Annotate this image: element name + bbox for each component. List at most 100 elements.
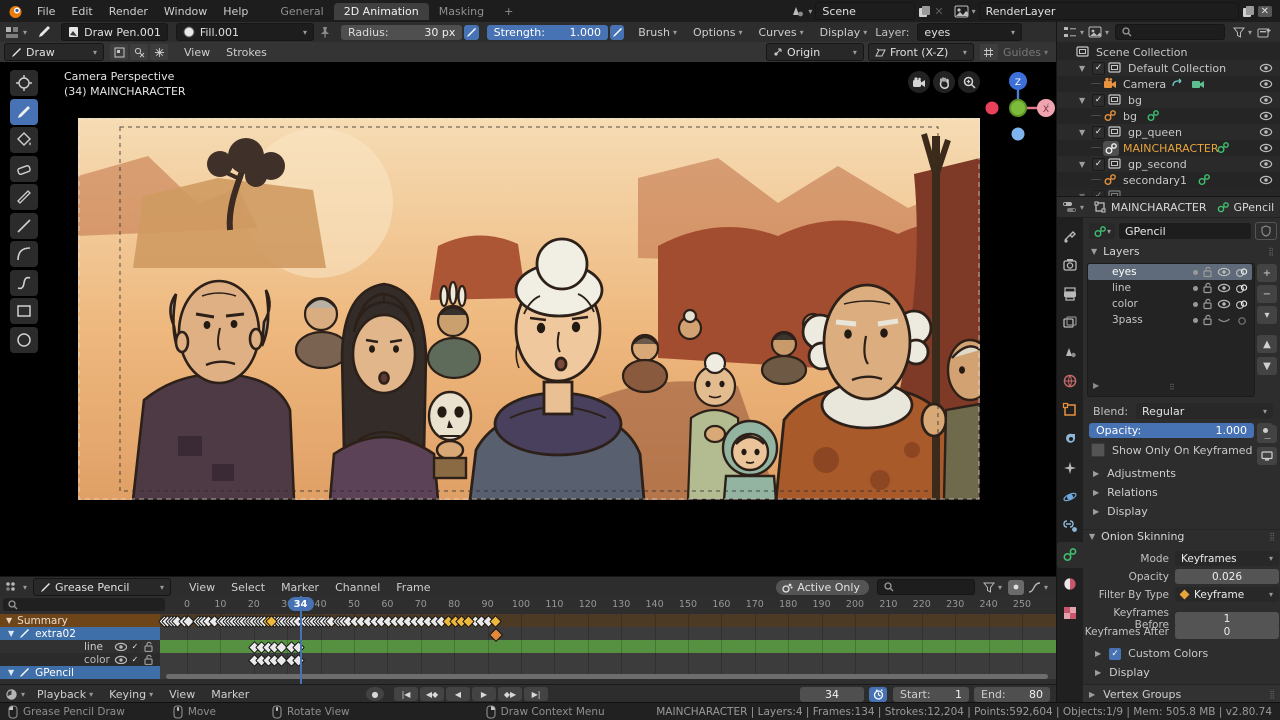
menu-display[interactable]: Display▾ bbox=[812, 26, 876, 39]
dopesheet-editor-type-button[interactable]: ▾ bbox=[5, 581, 27, 593]
onion-caret[interactable]: ▼ bbox=[1089, 532, 1095, 541]
menu-window[interactable]: Window bbox=[156, 5, 215, 18]
remove-layer-button[interactable]: − bbox=[1257, 285, 1277, 303]
properties-tab-object[interactable] bbox=[1057, 397, 1083, 423]
layer-opacity-slider[interactable]: Opacity:1.000 bbox=[1089, 423, 1254, 438]
layer-list-grip[interactable]: ⠿ bbox=[1169, 383, 1176, 392]
jump-to-start-button[interactable]: |◀ bbox=[394, 687, 418, 701]
outliner-filter-dropdown[interactable]: ▾ bbox=[1233, 27, 1252, 38]
layer-list-expand-caret[interactable]: ▶ bbox=[1093, 381, 1099, 390]
menu-view[interactable]: View bbox=[181, 581, 223, 594]
datablock-name-field[interactable]: GPencil bbox=[1119, 223, 1251, 239]
auto-keyframe-toggle[interactable] bbox=[869, 687, 887, 702]
line-tool-button[interactable] bbox=[10, 213, 38, 239]
outliner-row[interactable]: ▼✓ bbox=[1057, 188, 1280, 196]
menu-edit[interactable]: Edit bbox=[63, 5, 100, 18]
menu-file[interactable]: File bbox=[29, 5, 63, 18]
timeline-editor-type-button[interactable]: ▾ bbox=[5, 688, 25, 701]
properties-tab-tool[interactable] bbox=[1057, 223, 1083, 249]
camera-view-button[interactable] bbox=[908, 71, 930, 93]
properties-tab-render[interactable] bbox=[1057, 252, 1083, 278]
fake-user-button[interactable] bbox=[1255, 222, 1277, 240]
scene-copy-icon[interactable] bbox=[918, 5, 931, 18]
outliner-label[interactable]: Camera bbox=[1123, 78, 1166, 91]
collection-checkbox[interactable]: ✓ bbox=[1092, 62, 1105, 75]
viewport[interactable]: Camera Perspective (34) MAINCHARACTER Z … bbox=[0, 62, 1056, 576]
collection-checkbox[interactable]: ✓ bbox=[1092, 94, 1105, 107]
outliner-row-default-collection[interactable]: ▼✓Default Collection bbox=[1057, 60, 1280, 76]
scene-chevron[interactable]: ▾ bbox=[808, 7, 812, 16]
channel-GPencil[interactable]: ▼GPencil bbox=[0, 666, 160, 679]
outliner-search-input[interactable] bbox=[1115, 24, 1225, 40]
animate-property-button[interactable] bbox=[1257, 423, 1273, 438]
custom-colors-checkbox[interactable]: ✓ bbox=[1109, 648, 1121, 660]
outliner-row-bg[interactable]: bg bbox=[1057, 108, 1280, 124]
scene-name-field[interactable]: Scene bbox=[815, 2, 915, 20]
properties-tab-scene[interactable] bbox=[1057, 339, 1083, 365]
menu-frame[interactable]: Frame bbox=[388, 581, 438, 594]
dopesheet-scrollbar[interactable] bbox=[166, 674, 1048, 679]
curve-tool-button[interactable] bbox=[10, 270, 38, 296]
new-collection-button[interactable] bbox=[1257, 26, 1271, 39]
multiframe-toggle-icon[interactable] bbox=[130, 44, 148, 60]
workspace-tab-masking[interactable]: Masking bbox=[429, 3, 494, 20]
onion-mode-field[interactable]: Keyframes▾ bbox=[1175, 551, 1279, 566]
next-keyframe-button[interactable]: ◆▶ bbox=[498, 687, 522, 701]
channel-caret[interactable]: ▼ bbox=[6, 616, 12, 625]
properties-tab-modifiers[interactable] bbox=[1057, 426, 1083, 452]
outliner-row-gp_second[interactable]: ▼✓gp_second bbox=[1057, 156, 1280, 172]
properties-tab-view-layer[interactable] bbox=[1057, 310, 1083, 336]
layer-specials-button[interactable]: ▾ bbox=[1257, 306, 1277, 324]
snap-toggle-icon[interactable] bbox=[150, 44, 168, 60]
render-layer-icon[interactable] bbox=[954, 5, 969, 18]
workspace-tab-2d-animation[interactable]: 2D Animation bbox=[334, 3, 429, 20]
channel-checkbox[interactable]: ✓ bbox=[130, 642, 140, 652]
render-layer-name-field[interactable]: RenderLayer bbox=[979, 2, 1239, 20]
channel-caret[interactable]: ▼ bbox=[8, 668, 14, 677]
radius-field[interactable]: Radius: 30 px bbox=[341, 25, 462, 40]
box-tool-button[interactable] bbox=[10, 298, 38, 324]
layer-selector[interactable]: eyes ▾ bbox=[917, 23, 1022, 41]
play-button[interactable]: ▶ bbox=[472, 687, 496, 701]
visibility-eye-icon[interactable] bbox=[1259, 175, 1273, 185]
menu-help[interactable]: Help bbox=[215, 5, 256, 18]
outliner-label[interactable]: Default Collection bbox=[1128, 62, 1226, 75]
editor-type-button[interactable]: ▾ bbox=[5, 26, 27, 39]
strength-slider[interactable]: Strength: 1.000 bbox=[487, 25, 608, 40]
visibility-eye-icon[interactable] bbox=[1259, 159, 1273, 169]
current-frame-field[interactable]: 34 bbox=[800, 687, 864, 702]
channel-search-input[interactable] bbox=[3, 598, 165, 611]
dopesheet-filter-dropdown[interactable]: ▾ bbox=[983, 582, 1002, 593]
custom-colors-caret[interactable]: ▶ bbox=[1095, 649, 1101, 658]
outliner-label[interactable]: bg bbox=[1123, 110, 1137, 123]
properties-tab-effects[interactable] bbox=[1057, 455, 1083, 481]
mode-selector[interactable]: Draw▾ bbox=[4, 43, 104, 61]
visibility-eye-icon[interactable] bbox=[1259, 111, 1273, 121]
visibility-eye-icon[interactable] bbox=[1259, 79, 1273, 89]
sidebar-toggle-icon[interactable]: ‹ bbox=[1046, 100, 1050, 111]
menu-strokes[interactable]: Strokes bbox=[218, 46, 275, 59]
layer-row-line[interactable]: line bbox=[1088, 280, 1252, 296]
layer-row-eyes[interactable]: eyes bbox=[1088, 264, 1252, 280]
channel-color[interactable]: color✓ bbox=[0, 653, 160, 666]
jump-to-end-button[interactable]: ▶| bbox=[524, 687, 548, 701]
menu-channel[interactable]: Channel bbox=[327, 581, 388, 594]
placement-toggle-icon[interactable] bbox=[110, 44, 128, 60]
material-selector[interactable]: Fill.001 ▾ bbox=[176, 23, 314, 41]
falloff-dropdown[interactable]: ▾ bbox=[1028, 582, 1048, 593]
brush-icon[interactable] bbox=[35, 24, 55, 40]
outliner-row-gp_queen[interactable]: ▼✓gp_queen bbox=[1057, 124, 1280, 140]
channel-checkbox[interactable]: ✓ bbox=[130, 655, 140, 665]
pan-view-button[interactable] bbox=[933, 71, 955, 93]
playhead-frame-badge[interactable]: 34 bbox=[288, 597, 314, 611]
properties-tab-physics[interactable] bbox=[1057, 484, 1083, 510]
channel-extra02[interactable]: ▼extra02 bbox=[0, 627, 160, 640]
fill-tool-button[interactable] bbox=[10, 127, 38, 153]
workspace-tab-general[interactable]: General bbox=[270, 3, 333, 20]
outliner-row-maincharacter[interactable]: MAINCHARACTER bbox=[1057, 140, 1280, 156]
properties-tab-output[interactable] bbox=[1057, 281, 1083, 307]
menu-marker[interactable]: Marker bbox=[273, 581, 327, 594]
outliner-label[interactable]: bg bbox=[1128, 94, 1142, 107]
menu-marker[interactable]: Marker bbox=[203, 688, 257, 701]
visibility-eye-icon[interactable] bbox=[1259, 95, 1273, 105]
